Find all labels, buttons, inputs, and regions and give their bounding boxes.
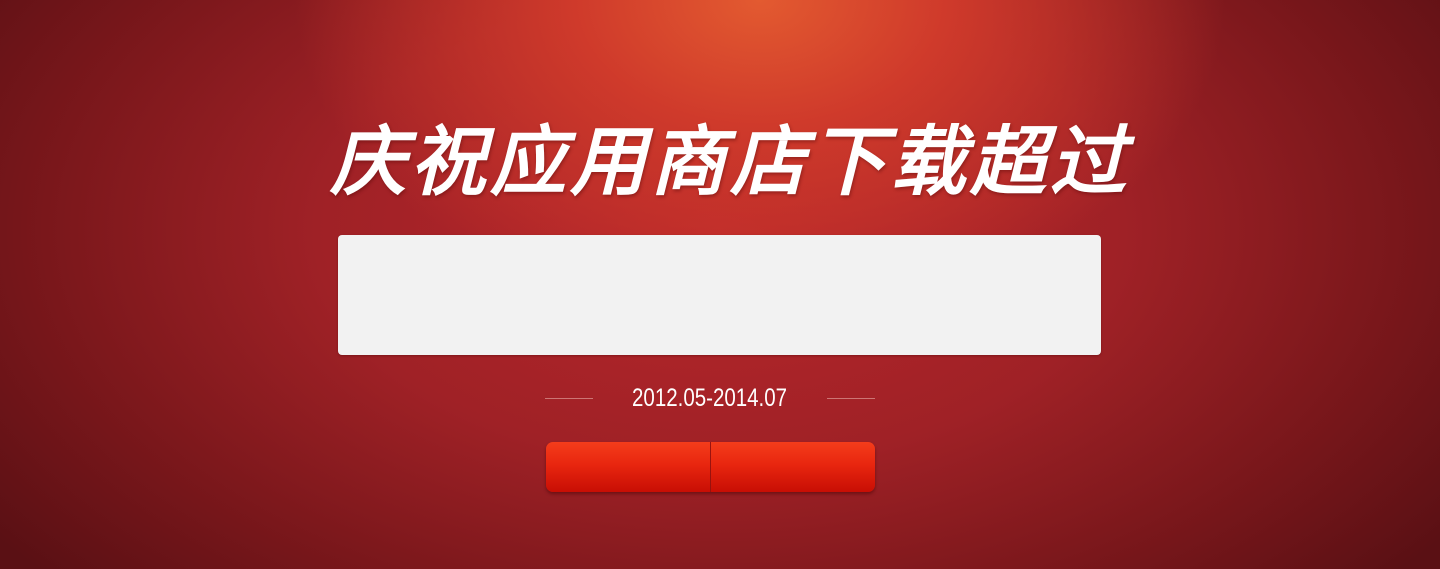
headline: 庆祝应用商店下载超过 xyxy=(330,117,1130,206)
celebration-banner: 庆祝应用商店下载超过 2012.05-2014.07 xyxy=(0,0,1440,569)
action-button-group xyxy=(546,442,875,492)
date-divider-right xyxy=(827,397,875,399)
right-action-button[interactable] xyxy=(711,442,875,492)
date-range-row: 2012.05-2014.07 xyxy=(545,380,875,416)
download-count-panel xyxy=(338,235,1101,355)
date-range: 2012.05-2014.07 xyxy=(632,383,788,412)
date-divider-left xyxy=(545,397,593,399)
left-action-button[interactable] xyxy=(546,442,710,492)
